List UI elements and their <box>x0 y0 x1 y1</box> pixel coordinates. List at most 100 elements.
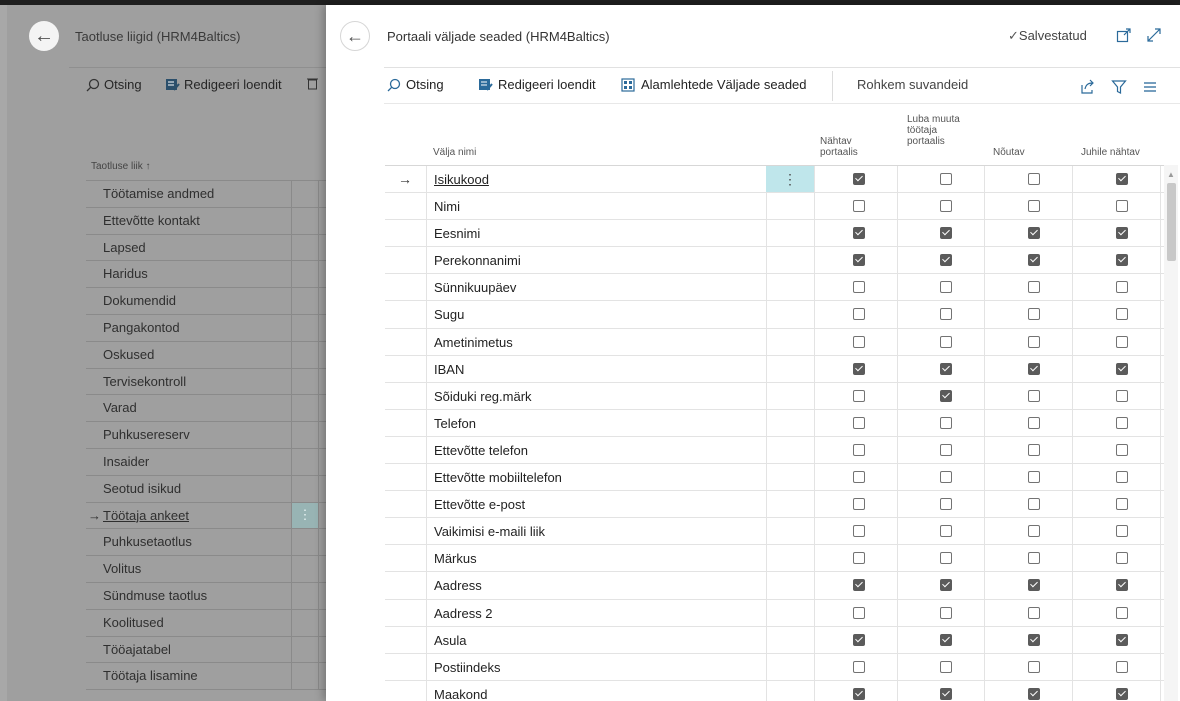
background-row-label[interactable]: Tööajatabel <box>103 642 171 657</box>
manager-visible-checkbox[interactable] <box>1116 471 1128 484</box>
manager-visible-checkbox[interactable] <box>1116 173 1128 185</box>
editable-checkbox[interactable] <box>940 552 952 565</box>
editable-checkbox[interactable] <box>940 173 952 185</box>
manager-visible-checkbox[interactable] <box>1116 552 1128 565</box>
field-name[interactable]: IBAN <box>434 362 464 377</box>
background-row-label[interactable]: Koolitused <box>103 615 164 630</box>
table-row[interactable]: Perekonnanimi <box>385 247 1164 275</box>
editable-checkbox[interactable] <box>940 200 952 213</box>
required-checkbox[interactable] <box>1028 227 1040 240</box>
visible-checkbox[interactable] <box>853 281 865 294</box>
required-checkbox[interactable] <box>1028 389 1040 402</box>
editable-checkbox[interactable] <box>940 416 952 429</box>
table-row[interactable]: Postiindeks <box>385 653 1164 681</box>
field-name[interactable]: Isikukood <box>434 172 489 187</box>
scrollbar-thumb[interactable] <box>1167 183 1176 261</box>
column-header-manager-visible[interactable]: Juhile nähtav <box>1081 147 1140 158</box>
required-checkbox[interactable] <box>1028 633 1040 646</box>
visible-checkbox[interactable] <box>853 660 865 673</box>
required-checkbox[interactable] <box>1028 687 1040 700</box>
table-row[interactable]: Ettevõtte mobiiltelefon <box>385 464 1164 492</box>
editable-checkbox[interactable] <box>940 579 952 592</box>
required-checkbox[interactable] <box>1028 498 1040 511</box>
background-table-row[interactable]: Oskused( <box>86 341 347 369</box>
field-name[interactable]: Ettevõtte mobiiltelefon <box>434 470 562 485</box>
manager-visible-checkbox[interactable] <box>1116 389 1128 402</box>
required-checkbox[interactable] <box>1028 471 1040 484</box>
required-checkbox[interactable] <box>1028 335 1040 348</box>
required-checkbox[interactable] <box>1028 173 1040 185</box>
required-checkbox[interactable] <box>1028 579 1040 592</box>
expand-icon[interactable] <box>1146 27 1162 43</box>
editable-checkbox[interactable] <box>940 687 952 700</box>
search-button[interactable]: Otsing <box>387 77 444 92</box>
required-checkbox[interactable] <box>1028 362 1040 375</box>
table-row[interactable]: Ettevõtte telefon <box>385 436 1164 465</box>
required-checkbox[interactable] <box>1028 606 1040 619</box>
column-header-editable[interactable]: Luba muuta töötaja portaalis <box>907 114 960 147</box>
editable-checkbox[interactable] <box>940 281 952 294</box>
visible-checkbox[interactable] <box>853 525 865 538</box>
background-table-row[interactable]: LapsedI <box>86 234 347 262</box>
required-checkbox[interactable] <box>1028 281 1040 294</box>
visible-checkbox[interactable] <box>853 471 865 484</box>
field-name[interactable]: Postiindeks <box>434 660 500 675</box>
edit-list-button[interactable]: Redigeeri loendit <box>478 77 596 92</box>
background-table-row[interactable]: InsaiderI <box>86 448 347 476</box>
editable-checkbox[interactable] <box>940 227 952 240</box>
vertical-scrollbar[interactable]: ▲ <box>1164 165 1178 701</box>
background-table-row[interactable]: PangakontodI <box>86 314 347 342</box>
field-name[interactable]: Eesnimi <box>434 226 480 241</box>
field-name[interactable]: Ettevõtte e-post <box>434 497 525 512</box>
required-checkbox[interactable] <box>1028 443 1040 456</box>
visible-checkbox[interactable] <box>853 227 865 240</box>
editable-checkbox[interactable] <box>940 362 952 375</box>
background-edit-list-button[interactable]: Redigeeri loendit <box>165 77 282 92</box>
visible-checkbox[interactable] <box>853 498 865 511</box>
background-row-label[interactable]: Varad <box>103 400 137 415</box>
manager-visible-checkbox[interactable] <box>1116 579 1128 592</box>
field-name[interactable]: Märkus <box>434 551 477 566</box>
manager-visible-checkbox[interactable] <box>1116 335 1128 348</box>
field-name[interactable]: Vaikimisi e-maili liik <box>434 524 545 539</box>
background-row-label[interactable]: Lapsed <box>103 240 146 255</box>
manager-visible-checkbox[interactable] <box>1116 687 1128 700</box>
field-name[interactable]: Ametinimetus <box>434 335 513 350</box>
background-row-label[interactable]: Volitus <box>103 561 141 576</box>
visible-checkbox[interactable] <box>853 416 865 429</box>
manager-visible-checkbox[interactable] <box>1116 254 1128 267</box>
editable-checkbox[interactable] <box>940 633 952 646</box>
field-name[interactable]: Ettevõtte telefon <box>434 443 528 458</box>
manager-visible-checkbox[interactable] <box>1116 281 1128 294</box>
open-new-window-icon[interactable] <box>1116 27 1132 43</box>
background-table-row[interactable]: Töötamise andmedT <box>86 181 347 208</box>
field-name[interactable]: Sõiduki reg.märk <box>434 389 532 404</box>
table-row[interactable]: Maakond <box>385 680 1164 701</box>
required-checkbox[interactable] <box>1028 552 1040 565</box>
visible-checkbox[interactable] <box>853 254 865 267</box>
background-table-row[interactable]: TööajatabelT <box>86 636 347 664</box>
table-row[interactable]: Sugu <box>385 301 1164 329</box>
table-row[interactable]: Vaikimisi e-maili liik <box>385 518 1164 546</box>
table-row[interactable]: Märkus <box>385 545 1164 573</box>
column-header-field-name[interactable]: Välja nimi <box>433 147 476 158</box>
row-menu-icon[interactable]: ⋮ <box>292 502 318 529</box>
background-table-row[interactable]: DokumendidI <box>86 288 347 315</box>
field-name[interactable]: Nimi <box>434 199 460 214</box>
background-row-label[interactable]: Töötaja ankeet <box>103 508 189 523</box>
background-table-row[interactable]: VolitusV <box>86 556 347 583</box>
manager-visible-checkbox[interactable] <box>1116 525 1128 538</box>
table-row[interactable]: Eesnimi <box>385 220 1164 248</box>
visible-checkbox[interactable] <box>853 389 865 402</box>
visible-checkbox[interactable] <box>853 687 865 700</box>
required-checkbox[interactable] <box>1028 416 1040 429</box>
table-row[interactable]: Ettevõtte e-post <box>385 491 1164 519</box>
manager-visible-checkbox[interactable] <box>1116 633 1128 646</box>
background-table-row[interactable]: Töötaja lisamineT <box>86 663 347 691</box>
editable-checkbox[interactable] <box>940 606 952 619</box>
visible-checkbox[interactable] <box>853 173 865 185</box>
visible-checkbox[interactable] <box>853 552 865 565</box>
editable-checkbox[interactable] <box>940 254 952 267</box>
background-row-label[interactable]: Puhkusereserv <box>103 427 190 442</box>
column-header-visible[interactable]: Nähtav portaalis <box>820 136 858 158</box>
